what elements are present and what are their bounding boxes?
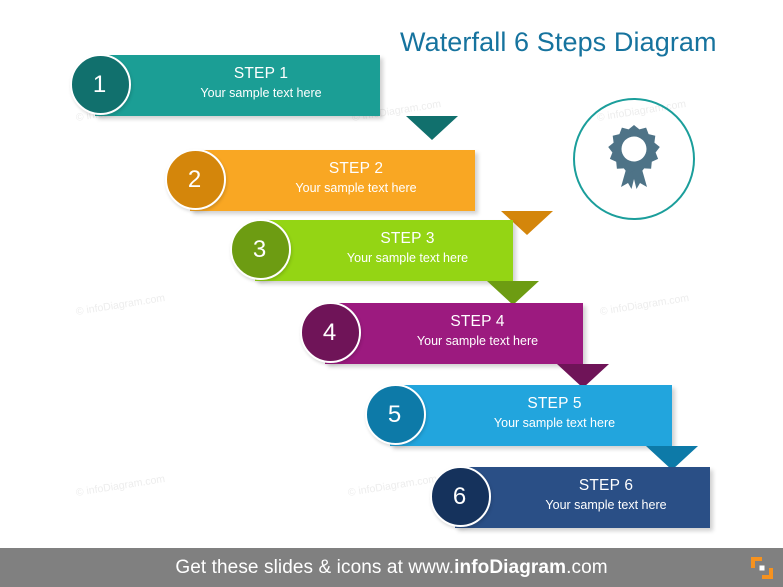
watermark: © infoDiagram.com bbox=[75, 472, 166, 499]
footer-suffix: .com bbox=[566, 556, 608, 578]
watermark: © infoDiagram.com bbox=[75, 291, 166, 318]
step-labels-1: STEP 1 Your sample text here bbox=[142, 63, 380, 103]
award-ribbon-icon bbox=[603, 125, 665, 193]
footer-text: Get these slides & icons at www.infoDiag… bbox=[175, 557, 607, 579]
step-number-4: 4 bbox=[322, 318, 337, 346]
step-number-3: 3 bbox=[252, 235, 267, 263]
footer-bar: Get these slides & icons at www.infoDiag… bbox=[0, 548, 783, 587]
step-heading-5: STEP 5 bbox=[527, 395, 582, 412]
step-number-circle-2: 2 bbox=[165, 149, 226, 210]
step-number-5: 5 bbox=[387, 400, 402, 428]
step-subtext-5: Your sample text here bbox=[493, 416, 616, 430]
step-heading-3: STEP 3 bbox=[380, 230, 435, 247]
step-labels-4: STEP 4 Your sample text here bbox=[372, 311, 583, 351]
step-number-circle-6: 6 bbox=[430, 466, 491, 527]
step-subtext-6: Your sample text here bbox=[545, 498, 667, 512]
step-number-1: 1 bbox=[92, 70, 107, 98]
step-number-6: 6 bbox=[452, 482, 467, 510]
step-labels-6: STEP 6 Your sample text here bbox=[502, 475, 710, 515]
step-subtext-3: Your sample text here bbox=[346, 251, 469, 265]
footer-prefix: Get these slides & icons at www. bbox=[175, 556, 455, 578]
step-heading-1: STEP 1 bbox=[233, 65, 289, 82]
step-subtext-4: Your sample text here bbox=[416, 334, 539, 348]
watermark: © infoDiagram.com bbox=[599, 291, 690, 318]
step-subtext-1: Your sample text here bbox=[200, 86, 322, 100]
step-subtext-2: Your sample text here bbox=[295, 181, 417, 195]
step-heading-6: STEP 6 bbox=[578, 477, 634, 494]
step-arrow-3 bbox=[487, 281, 539, 305]
step-labels-2: STEP 2 Your sample text here bbox=[237, 158, 475, 198]
footer-brand: infoDiagram bbox=[454, 556, 567, 578]
step-labels-3: STEP 3 Your sample text here bbox=[302, 228, 513, 268]
step-arrow-1 bbox=[406, 116, 458, 140]
slide-canvas: Waterfall 6 Steps Diagram © infoDiagram.… bbox=[0, 0, 783, 587]
watermark: © infoDiagram.com bbox=[347, 472, 438, 499]
award-ribbon-icon-circle bbox=[573, 98, 695, 220]
step-heading-4: STEP 4 bbox=[450, 313, 505, 330]
step-heading-2: STEP 2 bbox=[328, 160, 384, 177]
step-number-circle-4: 4 bbox=[300, 302, 361, 363]
step-number-2: 2 bbox=[187, 165, 202, 193]
step-number-circle-3: 3 bbox=[230, 219, 291, 280]
step-number-circle-5: 5 bbox=[365, 384, 426, 445]
page-title: Waterfall 6 Steps Diagram bbox=[400, 27, 717, 57]
step-labels-5: STEP 5 Your sample text here bbox=[437, 393, 672, 433]
step-number-circle-1: 1 bbox=[70, 54, 131, 115]
infodiagram-logo-icon bbox=[749, 555, 775, 581]
